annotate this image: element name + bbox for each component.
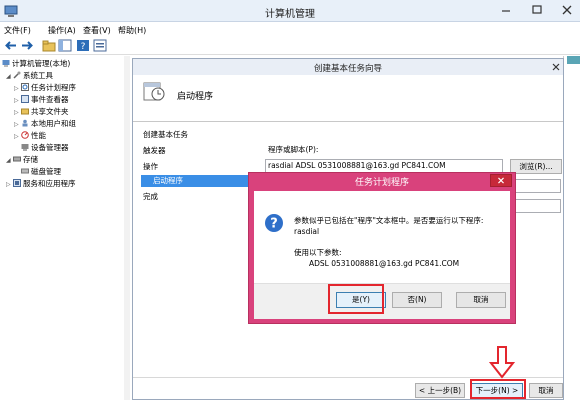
task-scheduler-icon	[21, 83, 29, 91]
browse-button[interactable]: 浏览(R)...	[510, 159, 562, 174]
tree-item-disk-management[interactable]: 磁盘管理	[21, 166, 61, 177]
no-button[interactable]: 否(N)	[392, 292, 442, 308]
svg-text:?: ?	[270, 217, 278, 232]
tree-item-label: 设备管理器	[31, 143, 69, 152]
users-icon	[22, 119, 28, 127]
yes-highlight-box	[328, 284, 384, 314]
computer-icon	[2, 60, 10, 67]
title-bar: 计算机管理	[0, 0, 580, 22]
help-icon[interactable]: ?	[76, 39, 90, 52]
divider	[133, 121, 563, 122]
tree-item-shared-folders[interactable]: ▷ 共享文件夹	[14, 106, 69, 117]
wizard-title: 创建基本任务向导	[313, 64, 382, 74]
window-title: 计算机管理	[265, 9, 315, 20]
tree-scrollbar[interactable]	[124, 56, 130, 400]
tree-item-label: 计算机管理(本地)	[12, 59, 71, 68]
folder-up-icon[interactable]	[42, 39, 56, 52]
expander-icon[interactable]: ▷	[14, 83, 20, 94]
back-arrow-icon[interactable]	[4, 39, 18, 52]
tree-item-label: 服务和应用程序	[23, 179, 76, 188]
dialog-program-name: rasdial	[294, 227, 320, 236]
program-input[interactable]: rasdial ADSL 0531008881@163.gd PC841.COM	[265, 159, 503, 173]
properties-icon[interactable]	[93, 39, 107, 52]
show-hide-tree-icon[interactable]	[58, 39, 72, 52]
disk-icon	[21, 168, 29, 174]
start-in-input[interactable]	[515, 199, 561, 213]
tree-item-label: 事件查看器	[31, 95, 69, 104]
tools-icon	[13, 71, 21, 79]
expander-icon[interactable]: ▷	[6, 179, 12, 190]
tree-item-device-manager[interactable]: 设备管理器	[21, 142, 69, 153]
tree-item-label: 系统工具	[23, 71, 53, 80]
cancel-button[interactable]: 取消	[456, 292, 506, 308]
tree-item-system-tools[interactable]: ◢ 系统工具	[6, 70, 53, 81]
tree-item-task-scheduler[interactable]: ▷ 任务计划程序	[14, 82, 76, 93]
device-manager-icon	[21, 144, 29, 151]
arguments-input[interactable]	[515, 179, 561, 193]
wizard-page-title: 启动程序	[177, 92, 214, 102]
svg-text:?: ?	[81, 42, 86, 52]
event-viewer-icon	[21, 95, 29, 103]
tree-item-label: 共享文件夹	[31, 107, 69, 116]
menu-bar: 文件(F) 操作(A) 查看(V) 帮助(H)	[0, 22, 580, 37]
task-wizard-icon	[143, 82, 165, 101]
question-icon: ?	[265, 214, 283, 232]
dialog-message: 参数似乎已包括在"程序"文本框中。是否要运行以下程序:	[294, 216, 484, 225]
performance-icon	[21, 131, 29, 139]
tree-item-label: 性能	[31, 131, 46, 140]
expander-icon[interactable]: ▷	[14, 131, 20, 142]
back-button[interactable]: < 上一步(B)	[415, 383, 465, 398]
dialog-arguments-value: ADSL 0531008881@163.gd PC841.COM	[309, 259, 460, 268]
tree-item-services-applications[interactable]: ▷ 服务和应用程序	[6, 178, 76, 189]
next-highlight-box	[470, 379, 526, 399]
expander-icon[interactable]: ▷	[14, 107, 20, 118]
down-arrow-icon	[489, 346, 515, 379]
tree-item-local-users[interactable]: ▷ 本地用户和组	[14, 118, 76, 129]
tree-item-storage[interactable]: ◢ 存储	[6, 154, 38, 165]
expander-icon[interactable]: ◢	[6, 71, 12, 82]
tree-item-performance[interactable]: ▷ 性能	[14, 130, 46, 141]
tree-item-label: 存储	[23, 155, 38, 164]
expander-icon[interactable]: ▷	[14, 95, 20, 106]
menu-view[interactable]: 查看(V)	[83, 25, 111, 36]
dialog-title: 任务计划程序	[354, 178, 409, 188]
close-icon[interactable]	[490, 174, 512, 187]
tree-item-label: 任务计划程序	[31, 83, 76, 92]
tree-item-label: 本地用户和组	[31, 119, 76, 128]
menu-file[interactable]: 文件(F)	[4, 25, 31, 36]
minimize-icon[interactable]	[497, 3, 515, 17]
menu-action[interactable]: 操作(A)	[48, 25, 76, 36]
step-start-program[interactable]: 启动程序	[141, 175, 253, 187]
actions-header-edge	[567, 56, 580, 64]
program-label: 程序或脚本(P):	[268, 145, 319, 154]
navigation-tree: 计算机管理(本地) ◢ 系统工具 ▷ 任务计划程序 ▷ 事件查看器 ▷ 共享文件夹 ▷ 本…	[0, 56, 130, 400]
dialog-arguments-label: 使用以下参数:	[294, 248, 342, 257]
tree-item-computer-management[interactable]: 计算机管理(本地)	[2, 58, 70, 69]
wizard-title-bar: 创建基本任务向导	[133, 59, 563, 75]
maximize-icon[interactable]	[528, 3, 546, 17]
step-trigger[interactable]: 触发器	[143, 145, 166, 156]
expander-icon[interactable]: ▷	[14, 119, 20, 130]
cancel-button[interactable]: 取消	[529, 383, 563, 398]
shared-folder-icon	[21, 108, 29, 115]
step-finish[interactable]: 完成	[143, 191, 158, 202]
step-create-basic-task[interactable]: 创建基本任务	[143, 129, 188, 140]
actions-pane-edge	[563, 56, 580, 400]
forward-arrow-icon[interactable]	[20, 39, 34, 52]
storage-icon	[13, 156, 21, 162]
close-icon[interactable]	[558, 3, 576, 17]
tree-item-label: 磁盘管理	[31, 167, 61, 176]
services-icon	[13, 179, 21, 187]
expander-icon[interactable]: ◢	[6, 155, 12, 166]
tree-item-event-viewer[interactable]: ▷ 事件查看器	[14, 94, 69, 105]
close-icon[interactable]	[550, 61, 562, 73]
step-action[interactable]: 操作	[143, 161, 158, 172]
toolbar: ?	[0, 37, 580, 55]
menu-help[interactable]: 帮助(H)	[118, 25, 146, 36]
